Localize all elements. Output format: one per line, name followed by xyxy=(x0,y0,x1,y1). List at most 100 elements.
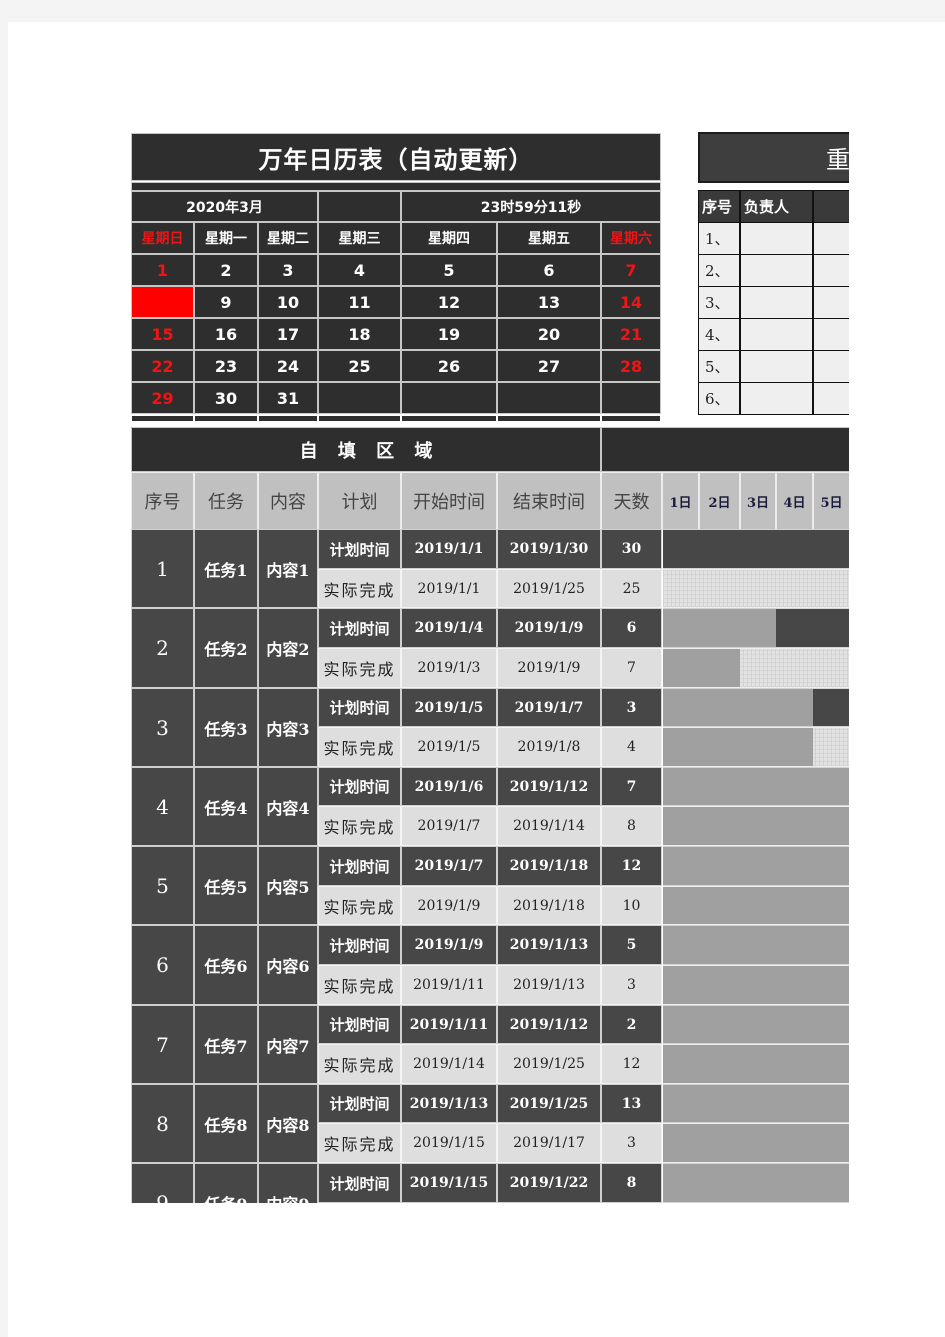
task-number: 8 xyxy=(131,1084,194,1163)
column-header: 天数 xyxy=(601,472,662,530)
day-column-header: 1日 xyxy=(662,472,699,530)
actual-day-count: 3 xyxy=(601,965,662,1005)
calendar-day-cell: 6 xyxy=(497,254,601,286)
gantt-plan-track xyxy=(663,767,849,806)
calendar-day-cell: 29 xyxy=(131,382,194,414)
plan-start-date: 2019/1/6 xyxy=(401,767,497,806)
important-row-number: 2、 xyxy=(698,254,740,287)
calendar-day-cell xyxy=(318,382,401,414)
actual-label: 实际完成 xyxy=(318,1123,401,1163)
day-column-header: 2日 xyxy=(699,472,740,530)
actual-day-count: 3 xyxy=(601,1123,662,1163)
weekday-header: 星期六 xyxy=(601,222,661,254)
task-number: 9 xyxy=(131,1163,194,1203)
plan-start-date: 2019/1/5 xyxy=(401,688,497,727)
plan-end-date: 2019/1/30 xyxy=(497,529,601,569)
document-page: 万年日历表（自动更新） 2020年3月 23时59分11秒 星期日 星期一 星期二 星期三星… xyxy=(8,22,945,1337)
plan-label: 计划时间 xyxy=(318,1163,401,1203)
calendar-month: 2020年3月 xyxy=(131,191,318,222)
calendar-day-cell: 12 xyxy=(401,286,497,318)
plan-end-date: 2019/1/22 xyxy=(497,1163,601,1203)
plan-day-count: 2 xyxy=(601,1005,662,1044)
gantt-plan-track xyxy=(663,846,849,886)
task-content: 内容8 xyxy=(258,1084,318,1163)
gantt-actual-bar xyxy=(663,649,740,687)
calendar-blank-cell xyxy=(318,191,401,222)
task-content: 内容1 xyxy=(258,529,318,608)
plan-start-date: 2019/1/15 xyxy=(401,1163,497,1203)
actual-start-date: 2019/1/9 xyxy=(401,886,497,925)
day-column-header: 5日 xyxy=(813,472,849,530)
actual-start-date: 2019/1/1 xyxy=(401,569,497,608)
plan-label: 计划时间 xyxy=(318,529,401,569)
column-header: 内容 xyxy=(258,472,318,530)
actual-start-date: 2019/1/11 xyxy=(401,965,497,1005)
calendar-spacer-cell xyxy=(497,415,601,422)
calendar-day-cell: 13 xyxy=(497,286,601,318)
task-content: 内容5 xyxy=(258,846,318,925)
task-name: 任务2 xyxy=(194,608,258,688)
plan-end-date: 2019/1/25 xyxy=(497,1084,601,1123)
task-content: 内容4 xyxy=(258,767,318,846)
actual-start-date: 2019/1/14 xyxy=(401,1044,497,1084)
calendar-day-cell: 19 xyxy=(401,318,497,350)
task-number: 3 xyxy=(131,688,194,767)
task-number: 6 xyxy=(131,925,194,1005)
actual-end-date: 2019/1/14 xyxy=(497,806,601,846)
column-header: 结束时间 xyxy=(497,472,601,530)
important-row-number: 6、 xyxy=(698,382,740,415)
plan-label: 计划时间 xyxy=(318,1005,401,1044)
calendar-spacer-cell xyxy=(401,415,497,422)
plan-label: 计划时间 xyxy=(318,688,401,727)
plan-end-date: 2019/1/13 xyxy=(497,925,601,965)
calendar-day-cell: 24 xyxy=(258,350,318,382)
gantt-actual-bar xyxy=(663,887,849,924)
important-item-cell xyxy=(813,382,849,415)
gantt-zone-header xyxy=(601,427,849,472)
actual-start-date: 2019/1/7 xyxy=(401,806,497,846)
calendar-day-cell: 26 xyxy=(401,350,497,382)
plan-end-date: 2019/1/12 xyxy=(497,767,601,806)
calendar-spacer-cell xyxy=(131,415,194,422)
task-name: 任务6 xyxy=(194,925,258,1005)
task-content: 内容6 xyxy=(258,925,318,1005)
gantt-actual-bar xyxy=(663,807,849,845)
day-column-header: 4日 xyxy=(776,472,813,530)
calendar-day-cell: 5 xyxy=(401,254,497,286)
actual-day-count: 4 xyxy=(601,727,662,767)
gantt-actual-track xyxy=(663,806,849,846)
spreadsheet-print-area: 万年日历表（自动更新） 2020年3月 23时59分11秒 星期日 星期一 星期二 星期三星… xyxy=(8,22,849,1203)
gantt-plan-track xyxy=(663,1163,849,1203)
actual-label: 实际完成 xyxy=(318,727,401,767)
calendar-day-cell: 2 xyxy=(194,254,258,286)
calendar-day-cell: 1 xyxy=(131,254,194,286)
gantt-plan-track xyxy=(663,529,849,569)
actual-start-date: 2019/1/15 xyxy=(401,1123,497,1163)
task-name: 任务7 xyxy=(194,1005,258,1084)
gantt-actual-track xyxy=(663,965,849,1005)
important-item-cell xyxy=(813,222,849,255)
calendar-today-cell xyxy=(131,286,194,318)
important-panel-title: 重 xyxy=(698,132,849,183)
calendar-day-cell: 20 xyxy=(497,318,601,350)
important-owner-cell xyxy=(740,222,813,255)
plan-day-count: 30 xyxy=(601,529,662,569)
plan-label: 计划时间 xyxy=(318,846,401,886)
gantt-actual-track xyxy=(663,727,849,767)
important-owner-cell xyxy=(740,286,813,319)
actual-start-date: 2019/1/3 xyxy=(401,648,497,688)
gantt-plan-bar xyxy=(663,926,849,964)
gantt-plan-bar xyxy=(663,1006,849,1043)
plan-day-count: 5 xyxy=(601,925,662,965)
plan-start-date: 2019/1/7 xyxy=(401,846,497,886)
calendar-day-cell: 25 xyxy=(318,350,401,382)
calendar-day-cell: 11 xyxy=(318,286,401,318)
important-owner-cell xyxy=(740,318,813,351)
task-number: 5 xyxy=(131,846,194,925)
calendar-title: 万年日历表（自动更新） xyxy=(131,133,661,181)
plan-end-date: 2019/1/7 xyxy=(497,688,601,727)
calendar-day-cell xyxy=(601,382,661,414)
calendar-day-cell: 18 xyxy=(318,318,401,350)
calendar-day-cell: 10 xyxy=(258,286,318,318)
actual-label: 实际完成 xyxy=(318,886,401,925)
